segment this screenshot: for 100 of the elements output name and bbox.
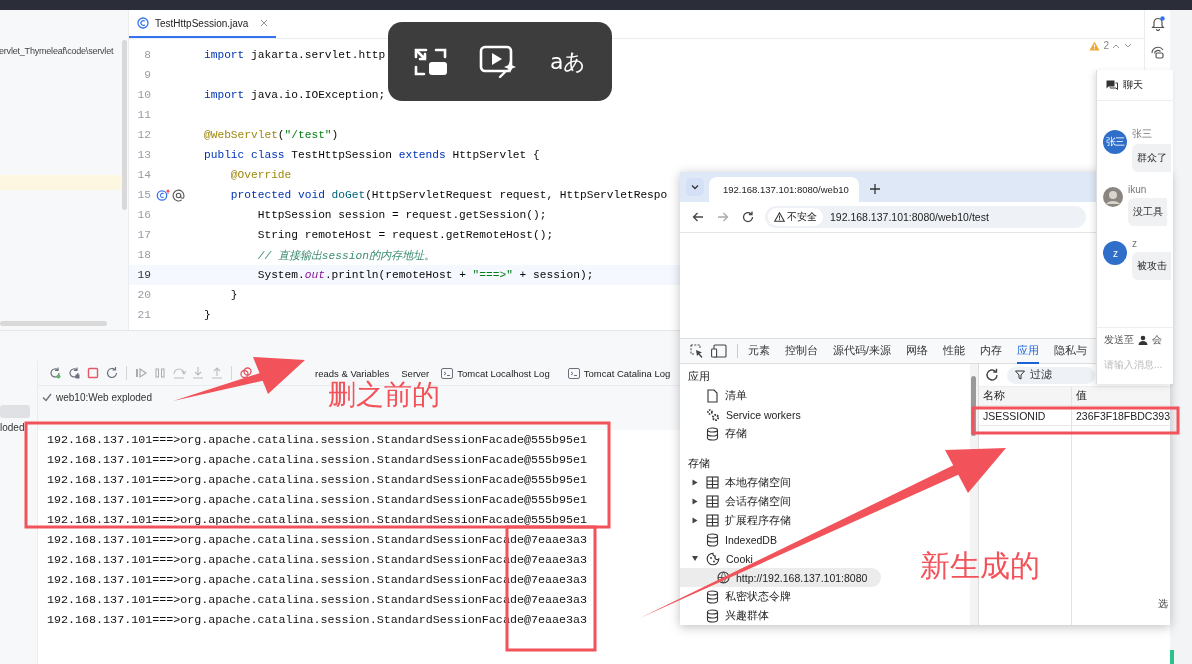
console-line: 192.168.137.101===>org.apache.catalina.session.StandardSessionFacade@555b95e1 <box>47 432 588 449</box>
code-line: HttpSession session = request.getSession(); <box>256 209 547 221</box>
tree-item[interactable]: http://192.168.137.101:8080 <box>680 568 882 587</box>
scrollbar[interactable] <box>0 321 107 326</box>
table-icon <box>706 476 719 489</box>
scrollbar[interactable] <box>971 376 976 436</box>
tool-tab[interactable]: Tomcat Localhost Log <box>441 364 550 382</box>
filter-field[interactable]: 过滤 <box>1007 366 1095 384</box>
broadcast-icon[interactable] <box>1150 45 1165 59</box>
line-number: 18 <box>136 249 151 261</box>
database-icon <box>706 589 719 604</box>
section-header: 应用 <box>687 369 711 384</box>
avatar: z <box>1103 241 1127 265</box>
code-line: public class TestHttpSession extends HttpServlet { <box>203 149 540 161</box>
sender-name: z <box>1132 238 1138 249</box>
back-icon[interactable] <box>692 211 704 223</box>
tree-item[interactable]: 会话存储空间 <box>680 492 791 511</box>
scrollbar[interactable] <box>122 40 127 210</box>
document-icon <box>706 388 719 403</box>
devtools-tab[interactable]: 元素 <box>748 338 770 364</box>
caret-icon[interactable] <box>692 517 698 524</box>
picture-in-picture-icon[interactable] <box>413 46 448 77</box>
section-header: 存储 <box>687 456 711 471</box>
stop-icon[interactable] <box>86 366 100 380</box>
tree-item[interactable]: IndexedDB <box>680 530 777 549</box>
tree-item[interactable]: Service workers <box>680 405 801 424</box>
tree-item[interactable]: 扩展程序存储 <box>680 511 791 530</box>
warning-icon <box>1089 40 1101 51</box>
code-line: protected void doGet(HttpServletRequest request, HttpServletRespo <box>229 189 668 201</box>
gears-icon <box>706 407 720 422</box>
devtools-tab[interactable]: 内存 <box>979 338 1002 364</box>
devtools-tab[interactable]: 应用 <box>1016 338 1039 364</box>
line-number: 10 <box>136 89 151 101</box>
console-line: 192.168.137.101===>org.apache.catalina.session.StandardSessionFacade@555b95e1 <box>47 492 588 509</box>
reload-icon[interactable] <box>742 211 754 223</box>
terminal-icon <box>567 367 580 379</box>
tab-list-icon[interactable] <box>686 178 704 196</box>
tree-item[interactable]: 清单 <box>680 386 747 405</box>
message-bubble: 群众了 <box>1132 144 1171 172</box>
annotation-icon[interactable] <box>172 188 185 202</box>
chat-icon <box>1106 80 1118 90</box>
notification-bell-icon[interactable] <box>1150 16 1165 31</box>
refresh-icon[interactable] <box>985 368 999 382</box>
filter-icon <box>1015 370 1025 380</box>
translate-button[interactable]: aあ <box>549 46 587 77</box>
line-number: 16 <box>136 209 151 221</box>
avatar-icon <box>1103 187 1123 207</box>
console-line: 192.168.137.101===>org.apache.catalina.session.StandardSessionFacade@555b95e1 <box>47 452 588 469</box>
globe-icon <box>717 571 730 584</box>
line-number: 21 <box>136 309 151 321</box>
line-number: 9 <box>143 69 151 81</box>
tree-item[interactable]: 私密状态令牌 <box>680 587 791 606</box>
devtools-tab[interactable]: 隐私与 <box>1053 338 1087 364</box>
tree-item[interactable]: 存储 <box>680 424 747 443</box>
new-tab-icon[interactable] <box>869 183 881 195</box>
send-to-label: 发送至 <box>1104 333 1134 347</box>
code-line: @WebServlet("/test") <box>203 129 339 141</box>
up-down-arrows-icon[interactable] <box>1112 41 1132 50</box>
code-line: String remoteHost = request.getRemoteHost(); <box>256 229 554 241</box>
inspect-icon[interactable] <box>690 344 704 358</box>
override-icon[interactable] <box>156 189 170 201</box>
devtools-tab[interactable]: 性能 <box>942 338 965 364</box>
devtools-tab[interactable]: 网络 <box>905 338 928 364</box>
table-icon <box>706 495 719 508</box>
tree-item[interactable]: loded <box>0 422 37 433</box>
caret-icon[interactable] <box>692 498 698 505</box>
cookie-icon <box>706 551 720 566</box>
line-number: 19 <box>136 269 151 281</box>
line-number: 11 <box>136 109 151 121</box>
tool-tab[interactable]: Tomcat Catalina Log <box>567 364 671 382</box>
inspection-widget[interactable]: 2 <box>1089 40 1132 51</box>
run-configuration[interactable]: web10:Web exploded <box>56 391 152 403</box>
devtools-tab[interactable]: 源代码/来源 <box>833 338 891 364</box>
line-number: 13 <box>136 149 151 161</box>
caret-icon[interactable] <box>692 479 698 486</box>
send-target[interactable]: 会 <box>1152 333 1162 347</box>
tree-item[interactable]: Cooki <box>680 549 753 568</box>
console-line: 192.168.137.101===>org.apache.catalina.session.StandardSessionFacade@555b95e1 <box>47 512 588 529</box>
caret-icon[interactable] <box>691 555 699 562</box>
devtools-tab[interactable]: 控制台 <box>785 338 818 364</box>
close-icon[interactable] <box>260 19 269 27</box>
device-toolbar-icon[interactable] <box>711 344 727 358</box>
project-path: ervlet_Thymeleaf\code\servlet <box>0 46 115 56</box>
message-input[interactable]: 请输入消息... <box>1097 352 1173 376</box>
rerun-icon[interactable] <box>48 366 62 380</box>
tree-item[interactable]: 本地存储空间 <box>680 473 791 492</box>
line-number: 12 <box>136 129 151 141</box>
breakpoints-icon[interactable] <box>239 366 253 380</box>
restart-icon[interactable] <box>105 366 119 380</box>
tree-item[interactable]: 兴趣群体 <box>680 606 769 625</box>
terminal-icon <box>441 367 454 379</box>
address-bar[interactable]: 不安全 192.168.137.101:8080/web10/test <box>765 206 1086 228</box>
column-header[interactable]: 名称 <box>979 387 1072 405</box>
console-line: 192.168.137.101===>org.apache.catalina.session.StandardSessionFacade@555b95e1 <box>47 472 588 489</box>
editor-tab[interactable]: TestHttpSession.java <box>129 10 277 38</box>
message-bubble: 没工具 <box>1128 198 1167 226</box>
browser-tab[interactable]: 192.168.137.101:8080/web10 <box>709 177 859 202</box>
column-header[interactable]: 值 <box>1072 387 1170 405</box>
security-chip[interactable]: 不安全 <box>768 208 823 226</box>
rerun-icon[interactable] <box>67 366 81 380</box>
